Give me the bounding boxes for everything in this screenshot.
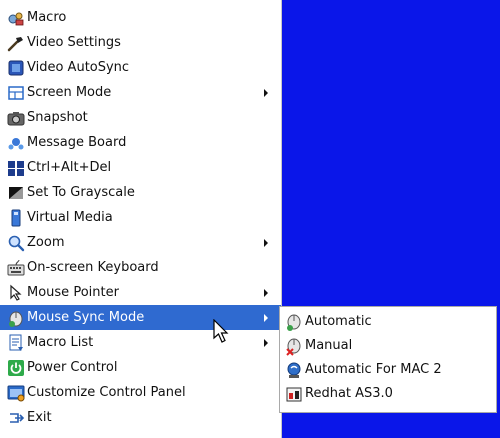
menu-item-on-screen-keyboard[interactable]: On-screen Keyboard [0, 255, 281, 280]
mouse-sync-submenu: Automatic Manual Automatic For MAC 2 Red… [279, 306, 497, 413]
submenu-item-label: Redhat AS3.0 [305, 386, 393, 401]
screen-mode-icon [8, 85, 24, 100]
menu-item-label: Mouse Sync Mode [27, 310, 145, 325]
menu-item-video-settings[interactable]: Video Settings [0, 30, 281, 55]
menu-item-label: Zoom [27, 235, 65, 250]
zoom-icon [8, 235, 25, 251]
submenu-item-manual[interactable]: Manual [280, 334, 496, 358]
submenu-item-label: Automatic For MAC 2 [305, 362, 442, 377]
menu-item-label: Ctrl+Alt+Del [27, 160, 112, 175]
menu-item-screen-mode[interactable]: Screen Mode [0, 80, 281, 105]
menu-item-zoom[interactable]: Zoom [0, 230, 281, 255]
menu-item-label: Power Control [27, 360, 118, 375]
menu-item-label: Snapshot [27, 110, 88, 125]
virtual-media-icon [11, 209, 21, 226]
mac-icon [287, 362, 301, 378]
mouse-pointer-icon [10, 284, 22, 301]
menu-item-label: Macro List [27, 335, 94, 350]
submenu-item-label: Manual [305, 338, 353, 353]
exit-icon [10, 412, 25, 423]
submenu-arrow-icon [264, 314, 268, 322]
submenu-arrow-icon [264, 339, 268, 347]
submenu-arrow-icon [264, 239, 268, 247]
menu-item-exit[interactable]: Exit [0, 405, 281, 430]
ctrl-alt-del-icon [8, 160, 24, 176]
mouse-automatic-icon [287, 314, 301, 331]
menu-item-macro-list[interactable]: Macro List [0, 330, 281, 355]
keyboard-icon [7, 259, 25, 275]
message-board-icon [8, 137, 24, 149]
menu-item-label: Virtual Media [27, 210, 113, 225]
video-autosync-icon [8, 60, 24, 75]
video-settings-icon [7, 36, 23, 51]
menu-item-label: Macro [27, 10, 67, 25]
menu-item-label: Video AutoSync [27, 60, 130, 75]
submenu-arrow-icon [264, 289, 268, 297]
mouse-cursor-icon [213, 319, 229, 343]
camera-icon [7, 111, 25, 125]
menu-item-label: Set To Grayscale [27, 185, 135, 200]
mouse-manual-icon [286, 338, 301, 356]
grayscale-icon [9, 186, 23, 199]
menu-item-label: Customize Control Panel [27, 385, 186, 400]
control-panel-menu: Macro Video Settings Video AutoSync Scre… [0, 0, 282, 438]
menu-item-customize-control-panel[interactable]: Customize Control Panel [0, 380, 281, 405]
submenu-arrow-icon [264, 89, 268, 97]
menu-item-power-control[interactable]: Power Control [0, 355, 281, 380]
menu-item-label: Video Settings [27, 35, 121, 50]
submenu-item-label: Automatic [305, 314, 372, 329]
mouse-sync-icon [9, 311, 23, 327]
menu-item-label: On-screen Keyboard [27, 260, 159, 275]
menu-item-virtual-media[interactable]: Virtual Media [0, 205, 281, 230]
menu-item-label: Screen Mode [27, 85, 112, 100]
macro-list-icon [9, 334, 23, 351]
menu-item-mouse-pointer[interactable]: Mouse Pointer [0, 280, 281, 305]
redhat-icon [286, 387, 302, 402]
menu-item-label: Message Board [27, 135, 127, 150]
menu-item-label: Exit [27, 410, 52, 425]
submenu-item-automatic[interactable]: Automatic [280, 310, 496, 334]
menu-item-video-autosync[interactable]: Video AutoSync [0, 55, 281, 80]
menu-item-mouse-sync-mode[interactable]: Mouse Sync Mode [0, 305, 281, 330]
menu-item-set-to-grayscale[interactable]: Set To Grayscale [0, 180, 281, 205]
submenu-item-redhat-as3[interactable]: Redhat AS3.0 [280, 382, 496, 406]
customize-panel-icon [7, 385, 25, 401]
submenu-item-automatic-for-mac-2[interactable]: Automatic For MAC 2 [280, 358, 496, 382]
menu-item-snapshot[interactable]: Snapshot [0, 105, 281, 130]
menu-item-message-board[interactable]: Message Board [0, 130, 281, 155]
menu-item-ctrl-alt-del[interactable]: Ctrl+Alt+Del [0, 155, 281, 180]
power-icon [8, 359, 24, 376]
menu-item-macro[interactable]: Macro [0, 5, 281, 30]
macro-icon [8, 12, 24, 25]
menu-item-label: Mouse Pointer [27, 285, 119, 300]
